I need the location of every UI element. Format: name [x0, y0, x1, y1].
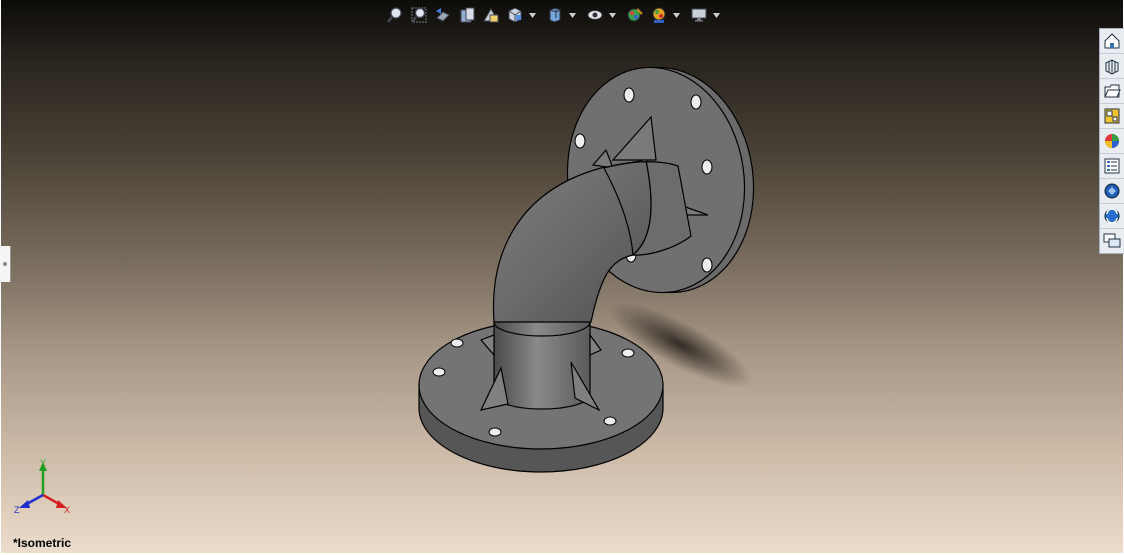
zoom-to-area-icon[interactable]	[408, 5, 430, 25]
apply-scene-dropdown[interactable]	[672, 5, 680, 25]
task-pane-tabs	[1099, 28, 1124, 254]
reference-triad: Y X Z	[14, 458, 70, 515]
y-axis-label: Y	[40, 458, 46, 468]
view-settings-dropdown[interactable]	[712, 5, 720, 25]
display-style-icon[interactable]	[544, 5, 566, 25]
graphics-area[interactable]: Y X Z *Isometric	[1, 0, 1123, 553]
dynamic-annotation-icon[interactable]	[480, 5, 502, 25]
view-orientation-label: *Isometric	[13, 536, 72, 550]
discussion-icon[interactable]	[1100, 229, 1124, 253]
view-orientation-icon[interactable]	[504, 5, 526, 25]
edit-appearance-icon[interactable]	[624, 5, 646, 25]
feature-manager-collapse-handle[interactable]	[0, 246, 11, 282]
x-axis-label: X	[64, 505, 70, 515]
previous-view-icon[interactable]	[432, 5, 454, 25]
view-palette-icon[interactable]	[1100, 104, 1124, 129]
pipe-elbow-model[interactable]	[1, 0, 1123, 553]
view-orientation-dropdown[interactable]	[528, 5, 536, 25]
appearances-scenes-icon[interactable]	[1100, 129, 1124, 154]
pipe-bend[interactable]	[492, 159, 692, 337]
display-style-dropdown[interactable]	[568, 5, 576, 25]
view-settings-icon[interactable]	[688, 5, 710, 25]
design-library-icon[interactable]	[1100, 54, 1124, 79]
solidworks-forum-icon[interactable]	[1100, 179, 1124, 204]
heads-up-view-toolbar	[384, 4, 720, 26]
file-explorer-icon[interactable]	[1100, 79, 1124, 104]
hide-show-items-dropdown[interactable]	[608, 5, 616, 25]
hide-show-items-icon[interactable]	[584, 5, 606, 25]
apply-scene-icon[interactable]	[648, 5, 670, 25]
section-view-icon[interactable]	[456, 5, 478, 25]
zoom-to-fit-icon[interactable]	[384, 5, 406, 25]
custom-properties-icon[interactable]	[1100, 154, 1124, 179]
z-axis-label: Z	[14, 505, 20, 515]
lower-pipe[interactable]	[479, 319, 602, 412]
solidworks-resources-icon[interactable]	[1100, 29, 1124, 54]
3d-content-central-icon[interactable]	[1100, 204, 1124, 229]
